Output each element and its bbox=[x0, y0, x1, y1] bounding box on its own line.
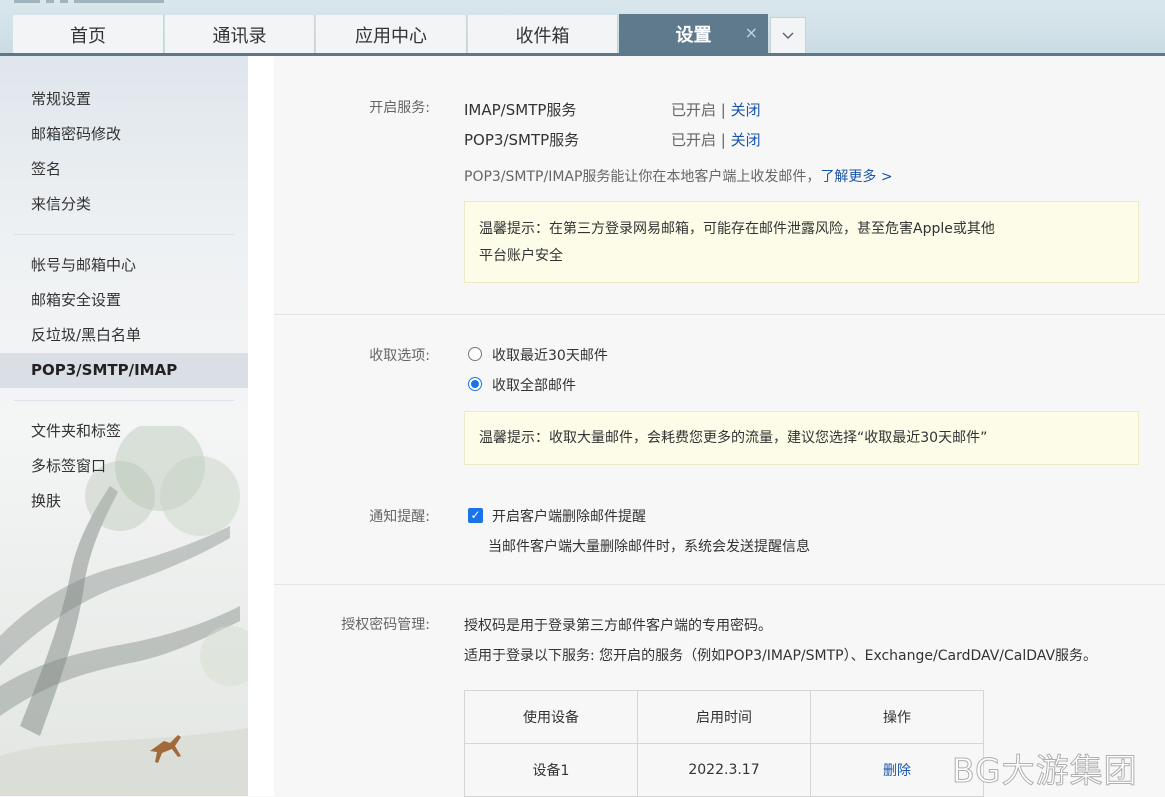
sidebar-divider bbox=[14, 400, 234, 401]
panel-gutter bbox=[248, 56, 274, 796]
sidebar-item-antispam[interactable]: 反垃圾/黑白名单 bbox=[0, 318, 248, 353]
tab-home[interactable]: 首页 bbox=[13, 15, 164, 54]
imap-close-link[interactable]: 关闭 bbox=[731, 101, 761, 119]
column-header-time: 启用时间 bbox=[637, 690, 811, 744]
delete-alert-label[interactable]: 开启客户端删除邮件提醒 bbox=[492, 506, 646, 526]
sidebar-item-account-center[interactable]: 帐号与邮箱中心 bbox=[0, 248, 248, 283]
top-navigation-bar: 首页 通讯录 应用中心 收件箱 设置 × bbox=[0, 0, 1165, 56]
services-description: POP3/SMTP/IMAP服务能让你在本地客户端上收发邮件，了解更多 > bbox=[464, 166, 893, 186]
sidebar-item-folders-labels[interactable]: 文件夹和标签 bbox=[0, 414, 248, 449]
notice-line: 温馨提示：收取大量邮件，会耗费您更多的流量，建议您选择“收取最近30天邮件” bbox=[479, 430, 988, 446]
column-header-device: 使用设备 bbox=[464, 690, 638, 744]
tab-label: 首页 bbox=[70, 25, 106, 47]
table-row: 设备1 2022.3.17 删除 bbox=[464, 743, 984, 797]
fetch-30-days-label[interactable]: 收取最近30天邮件 bbox=[492, 345, 608, 365]
delete-link[interactable]: 删除 bbox=[883, 763, 911, 779]
status-text: 已开启 bbox=[671, 131, 717, 149]
section-divider bbox=[274, 314, 1165, 315]
notice-line: 平台账户安全 bbox=[479, 248, 563, 264]
separator: | bbox=[720, 131, 726, 149]
watermark: BG大游集团 bbox=[952, 751, 1138, 791]
delete-alert-hint: 当邮件客户端大量删除邮件时，系统会发送提醒信息 bbox=[488, 539, 810, 555]
tab-settings[interactable]: 设置 × bbox=[619, 14, 768, 54]
services-label: 开启服务: bbox=[369, 100, 430, 116]
notify-label: 通知提醒: bbox=[369, 509, 430, 525]
status-text: 已开启 bbox=[671, 101, 717, 119]
tab-more-button[interactable] bbox=[770, 17, 806, 54]
fetch-all-radio[interactable] bbox=[468, 377, 482, 391]
close-icon[interactable]: × bbox=[745, 23, 758, 42]
pop3-service-status: 已开启 | 关闭 bbox=[671, 129, 761, 150]
settings-sidebar: 常规设置 邮箱密码修改 签名 来信分类 帐号与邮箱中心 邮箱安全设置 反垃圾/黑… bbox=[0, 56, 262, 796]
delete-alert-checkbox[interactable]: ✓ bbox=[468, 508, 483, 523]
tab-label: 设置 bbox=[675, 25, 712, 46]
section-divider bbox=[274, 584, 1165, 585]
sidebar-item-general[interactable]: 常规设置 bbox=[0, 82, 248, 117]
pop3-close-link[interactable]: 关闭 bbox=[731, 131, 761, 149]
learn-more-link[interactable]: 了解更多 > bbox=[820, 169, 892, 185]
auth-code-label: 授权密码管理: bbox=[341, 617, 430, 633]
tab-contacts[interactable]: 通讯录 bbox=[165, 15, 315, 54]
device-cell: 设备1 bbox=[464, 743, 638, 797]
sidebar-item-signature[interactable]: 签名 bbox=[0, 152, 248, 187]
pop3-service-name: POP3/SMTP服务 bbox=[464, 131, 580, 149]
fetch-notice: 温馨提示：收取大量邮件，会耗费您更多的流量，建议您选择“收取最近30天邮件” bbox=[464, 411, 1139, 465]
sidebar-item-security[interactable]: 邮箱安全设置 bbox=[0, 283, 248, 318]
settings-content: 开启服务: IMAP/SMTP服务 已开启 | 关闭 POP3/SMTP服务 已… bbox=[274, 56, 1165, 797]
chevron-down-icon bbox=[782, 31, 794, 39]
tab-inbox[interactable]: 收件箱 bbox=[468, 15, 618, 54]
sidebar-item-multi-tab[interactable]: 多标签窗口 bbox=[0, 449, 248, 484]
sidebar-item-pop3-smtp-imap[interactable]: POP3/SMTP/IMAP bbox=[0, 353, 248, 388]
tab-label: 通讯录 bbox=[212, 25, 267, 47]
sidebar-item-classification[interactable]: 来信分类 bbox=[0, 187, 248, 222]
imap-service-status: 已开启 | 关闭 bbox=[671, 99, 761, 120]
column-header-action: 操作 bbox=[810, 690, 984, 744]
time-cell: 2022.3.17 bbox=[637, 743, 811, 797]
notice-line: 温馨提示：在第三方登录网易邮箱，可能存在邮件泄露风险，甚至危害Apple或其他 bbox=[479, 221, 995, 237]
sidebar-divider bbox=[14, 234, 234, 235]
separator: | bbox=[720, 101, 726, 119]
auth-code-description: 授权码是用于登录第三方邮件客户端的专用密码。 bbox=[464, 618, 772, 634]
sidebar-item-skin[interactable]: 换肤 bbox=[0, 484, 248, 519]
tab-label: 应用中心 bbox=[355, 25, 427, 47]
sidebar-item-password[interactable]: 邮箱密码修改 bbox=[0, 117, 248, 152]
description-text: POP3/SMTP/IMAP服务能让你在本地客户端上收发邮件， bbox=[464, 169, 821, 185]
logo bbox=[0, 0, 200, 6]
device-table: 使用设备 启用时间 操作 设备1 2022.3.17 删除 bbox=[464, 690, 984, 797]
tab-label: 收件箱 bbox=[515, 25, 570, 47]
fetch-all-label[interactable]: 收取全部邮件 bbox=[492, 375, 576, 395]
tab-app-center[interactable]: 应用中心 bbox=[316, 15, 467, 54]
security-notice: 温馨提示：在第三方登录网易邮箱，可能存在邮件泄露风险，甚至危害Apple或其他 … bbox=[464, 201, 1139, 283]
auth-code-services: 适用于登录以下服务: 您开启的服务（例如POP3/IMAP/SMTP）、Exch… bbox=[464, 648, 1098, 664]
imap-service-name: IMAP/SMTP服务 bbox=[464, 101, 577, 119]
fetch-30-days-radio[interactable] bbox=[468, 347, 482, 361]
fetch-options-label: 收取选项: bbox=[369, 348, 430, 364]
table-header-row: 使用设备 启用时间 操作 bbox=[464, 690, 984, 744]
